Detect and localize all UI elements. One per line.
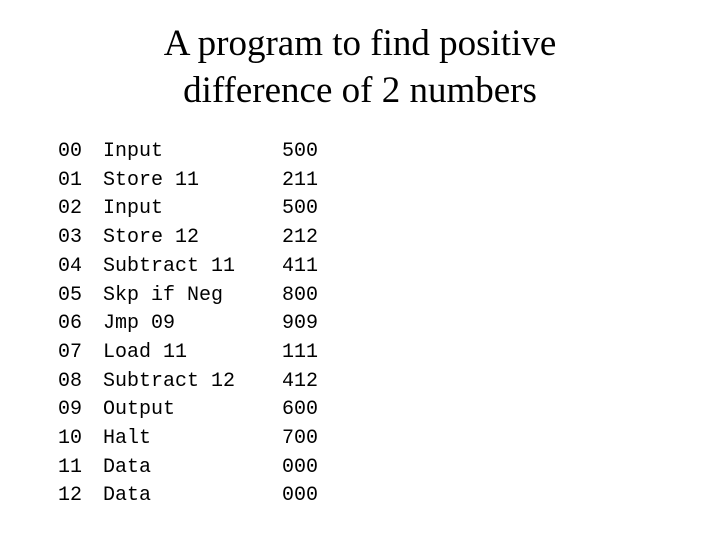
- instruction-address: 06: [58, 312, 83, 336]
- table-row: 02 Input 500: [58, 195, 318, 224]
- instruction-mnemonic: Store 12: [103, 226, 200, 250]
- instruction-machine-code: 212: [281, 226, 318, 250]
- instruction-mnemonic: Data: [103, 484, 152, 508]
- instruction-address: 05: [58, 283, 83, 307]
- page-title: A program to find positive difference of…: [60, 20, 660, 114]
- instruction-mnemonic: Input: [103, 140, 164, 163]
- program-listing: 00 Input 500 01 Store 11 211 02 Input 50…: [58, 138, 318, 511]
- instruction-machine-code: 909: [281, 312, 318, 336]
- table-row: 04 Subtract 11 411: [58, 253, 318, 282]
- instruction-machine-code: 111: [281, 340, 318, 364]
- instruction-address: 04: [58, 254, 83, 278]
- instruction-mnemonic: Load 11: [103, 340, 188, 364]
- instruction-mnemonic: Input: [103, 197, 164, 221]
- instruction-address: 11: [58, 455, 83, 479]
- instruction-mnemonic: Store 11: [103, 168, 200, 192]
- table-row: 10 Halt 700: [58, 425, 318, 454]
- instruction-address: 01: [58, 168, 83, 192]
- instruction-address: 08: [58, 369, 83, 393]
- instruction-mnemonic: Data: [103, 455, 152, 479]
- instruction-address: 02: [58, 197, 83, 221]
- page-title-line-2: difference of 2 numbers: [183, 70, 537, 111]
- program-listing-body: 00 Input 500 01 Store 11 211 02 Input 50…: [58, 138, 318, 511]
- instruction-machine-code: 000: [281, 484, 318, 508]
- instruction-machine-code: 700: [281, 427, 318, 451]
- instruction-machine-code: 412: [281, 369, 318, 393]
- table-row: 08 Subtract 12 412: [58, 368, 318, 397]
- instruction-machine-code: 500: [281, 140, 318, 163]
- table-row: 07 Load 11 111: [58, 339, 318, 368]
- table-row: 05 Skp if Neg 800: [58, 282, 318, 311]
- table-row: 01 Store 11 211: [58, 167, 318, 196]
- instruction-machine-code: 000: [281, 455, 318, 479]
- slide: A program to find positive difference of…: [0, 0, 720, 540]
- instruction-mnemonic: Subtract 11: [103, 254, 236, 278]
- page-title-line-1: A program to find positive: [163, 23, 557, 64]
- table-row: 09 Output 600: [58, 396, 318, 425]
- instruction-machine-code: 211: [281, 168, 318, 192]
- instruction-address: 12: [58, 484, 83, 508]
- instruction-mnemonic: Halt: [103, 427, 152, 451]
- instruction-address: 07: [58, 340, 83, 364]
- instruction-address: 10: [58, 427, 83, 451]
- instruction-machine-code: 800: [281, 283, 318, 307]
- instruction-address: 03: [58, 226, 83, 250]
- table-row: 00 Input 500: [58, 138, 318, 167]
- instruction-machine-code: 500: [281, 197, 318, 221]
- instruction-mnemonic: Jmp 09: [103, 312, 176, 336]
- instruction-mnemonic: Skp if Neg: [103, 283, 224, 307]
- instruction-address: 09: [58, 398, 83, 422]
- table-row: 12 Data 000: [58, 482, 318, 511]
- table-row: 03 Store 12 212: [58, 224, 318, 253]
- instruction-mnemonic: Output: [103, 398, 176, 422]
- instruction-address: 00: [58, 140, 83, 163]
- instruction-mnemonic: Subtract 12: [103, 369, 236, 393]
- instruction-machine-code: 600: [281, 398, 318, 422]
- table-row: 11 Data 000: [58, 454, 318, 483]
- table-row: 06 Jmp 09 909: [58, 310, 318, 339]
- instruction-machine-code: 411: [281, 254, 318, 278]
